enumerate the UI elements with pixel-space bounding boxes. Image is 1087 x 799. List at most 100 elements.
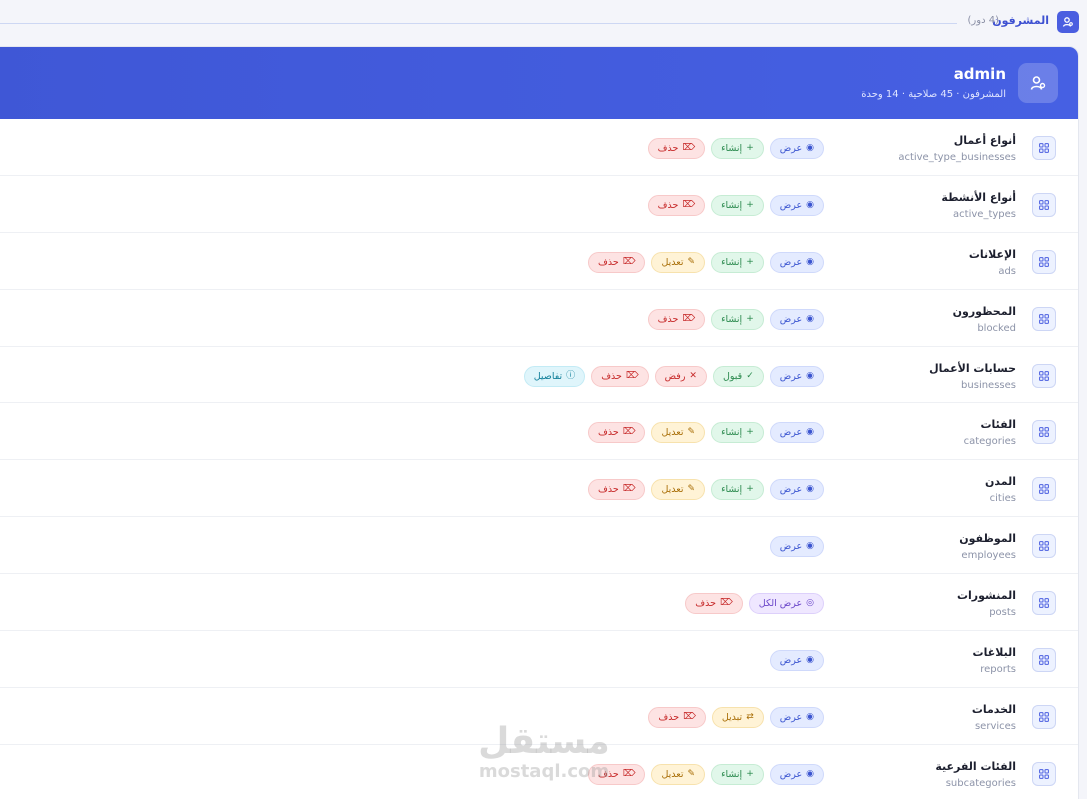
module-row: الإعلانات ads ◉ عرض + إنشاء ✎ تعديل ⌦ حذف	[0, 233, 1078, 290]
permission-chip-edit[interactable]: ✎ تعديل	[651, 422, 706, 444]
permission-chip-create[interactable]: + إنشاء	[711, 479, 764, 501]
grid-icon	[1032, 591, 1056, 616]
eye-icon: ◎	[806, 598, 814, 609]
permission-chip-accept[interactable]: ✓ قبول	[712, 365, 764, 387]
permission-chip-create[interactable]: + إنشاء	[711, 138, 764, 159]
eye-icon: ◉	[806, 711, 814, 722]
permission-label: إنشاء	[721, 199, 743, 211]
permission-label: إنشاء	[721, 313, 743, 325]
permission-chip-delete[interactable]: ⌦ حذف	[685, 593, 743, 615]
permission-chip-create[interactable]: + إنشاء	[711, 763, 764, 785]
permission-label: حذف	[598, 484, 619, 496]
permission-chip-delete[interactable]: ⌦ حذف	[647, 138, 706, 159]
permission-chip-view[interactable]: ◉ عرض	[769, 706, 824, 728]
plus-icon: +	[746, 143, 754, 153]
permission-chip-delete[interactable]: ⌦ حذف	[588, 422, 646, 444]
permission-chip-view[interactable]: ◉ عرض	[769, 308, 824, 330]
module-key: active_type_businesses	[898, 152, 1016, 163]
module-key: categories	[963, 436, 1016, 448]
permission-chip-edit[interactable]: ✎ تعديل	[651, 763, 706, 785]
module-key: subcategories	[945, 777, 1016, 789]
user-group-icon	[1057, 11, 1079, 33]
permission-chip-view[interactable]: ◉ عرض	[769, 422, 824, 444]
module-key: active_types	[953, 208, 1016, 220]
shuffle-icon: ⇄	[746, 711, 754, 722]
permission-chips: ◉ عرض ⇄ تبديل ⌦ حذف	[648, 706, 824, 728]
grid-icon	[1032, 192, 1056, 217]
trash-icon: ⌦	[720, 598, 733, 609]
permission-chip-delete[interactable]: ⌦ حذف	[648, 706, 706, 728]
permission-label: عرض	[779, 143, 803, 154]
permission-chip-delete[interactable]: ⌦ حذف	[591, 365, 649, 387]
eye-icon: ◉	[806, 768, 814, 779]
module-key: employees	[961, 550, 1016, 562]
permission-chip-delete[interactable]: ⌦ حذف	[647, 308, 706, 330]
pencil-icon: ✎	[687, 768, 696, 779]
permission-chip-view[interactable]: ◉ عرض	[769, 763, 824, 785]
permission-chip-edit[interactable]: ✎ تعديل	[651, 479, 706, 501]
permission-label: حذف	[695, 598, 717, 610]
pencil-icon: ✎	[687, 256, 696, 267]
permission-label: عرض	[779, 256, 803, 268]
role-card: admin المشرفون · 45 صلاحية · 14 وحدة أنو…	[0, 46, 1079, 799]
trash-icon: ⌦	[622, 768, 636, 779]
plus-icon: +	[746, 768, 754, 779]
permission-chips: ◉ عرض	[769, 536, 824, 558]
permission-chip-delete[interactable]: ⌦ حذف	[588, 479, 646, 501]
permission-chip-view[interactable]: ◉ عرض	[769, 650, 824, 672]
permission-chip-view[interactable]: ◉ عرض	[769, 194, 824, 216]
permission-label: إنشاء	[721, 484, 743, 496]
role-card-header[interactable]: admin المشرفون · 45 صلاحية · 14 وحدة	[0, 47, 1078, 119]
permission-label: حذف	[598, 427, 619, 439]
permission-label: حذف	[657, 313, 679, 325]
permission-chip-reject[interactable]: ✕ رفض	[654, 365, 707, 387]
permission-chip-view[interactable]: ◉ عرض	[769, 479, 824, 501]
permission-label: عرض	[779, 313, 803, 325]
permission-chip-delete[interactable]: ⌦ حذف	[647, 194, 706, 216]
section-title: المشرفون	[992, 14, 1049, 27]
permission-chip-view[interactable]: ◉ عرض	[769, 536, 824, 558]
trash-icon: ⌦	[622, 484, 636, 495]
module-title: المنشورات	[956, 589, 1016, 603]
permission-chip-viewall[interactable]: ◎ عرض الكل	[748, 593, 824, 615]
permission-list: أنواع أعمال active_type_businesses ◉ عرض + إن…	[0, 119, 1078, 799]
module-title: الإعلانات	[968, 247, 1016, 261]
module-row: المدن cities ◉ عرض + إنشاء ✎ تعديل ⌦ حذف	[0, 460, 1078, 518]
permission-chip-view[interactable]: ◉ عرض	[769, 138, 824, 159]
eye-icon: ◉	[806, 427, 814, 438]
permission-chip-switch[interactable]: ⇄ تبديل	[711, 706, 764, 728]
eye-icon: ◉	[806, 256, 814, 267]
permission-chip-create[interactable]: + إنشاء	[711, 251, 764, 273]
permission-chip-edit[interactable]: ✎ تعديل	[651, 251, 706, 273]
module-row: الفئات الفرعية subcategories ◉ عرض + إنشاء ✎ تع…	[0, 745, 1078, 799]
permission-label: حذف	[658, 711, 680, 723]
permission-chip-details[interactable]: ⓘ تفاصيل	[523, 365, 586, 387]
permission-chip-view[interactable]: ◉ عرض	[769, 365, 824, 387]
permission-chip-delete[interactable]: ⌦ حذف	[588, 251, 646, 273]
permission-label: تعديل	[661, 256, 684, 268]
permission-chips: ◉ عرض	[769, 650, 824, 672]
permission-label: عرض	[779, 484, 803, 496]
plus-icon: +	[746, 313, 754, 324]
module-row: أنواع الأنشطة active_types ◉ عرض + إنشاء ⌦ حذف	[0, 176, 1078, 233]
permission-chip-create[interactable]: + إنشاء	[711, 422, 764, 444]
user-group-icon	[1018, 63, 1058, 103]
module-row: المحظورون blocked ◉ عرض + إنشاء ⌦ حذف	[0, 290, 1078, 347]
module-key: posts	[989, 607, 1016, 619]
trash-icon: ⌦	[682, 313, 696, 324]
permission-chip-delete[interactable]: ⌦ حذف	[588, 763, 646, 785]
permission-chip-create[interactable]: + إنشاء	[711, 308, 764, 330]
grid-icon	[1032, 306, 1056, 331]
info-icon: ⓘ	[566, 370, 576, 381]
trash-icon: ⌦	[622, 256, 636, 267]
trash-icon: ⌦	[625, 370, 639, 381]
eye-icon: ◉	[806, 313, 814, 324]
permission-label: حذف	[598, 256, 619, 268]
permission-chip-view[interactable]: ◉ عرض	[769, 251, 824, 273]
permission-chip-create[interactable]: + إنشاء	[711, 194, 764, 216]
module-row: البلاغات reports ◉ عرض	[0, 631, 1078, 688]
permission-label: إنشاء	[721, 427, 743, 439]
module-title: المدن	[984, 475, 1016, 489]
permission-label: تعديل	[661, 427, 684, 439]
module-key: services	[974, 720, 1016, 732]
